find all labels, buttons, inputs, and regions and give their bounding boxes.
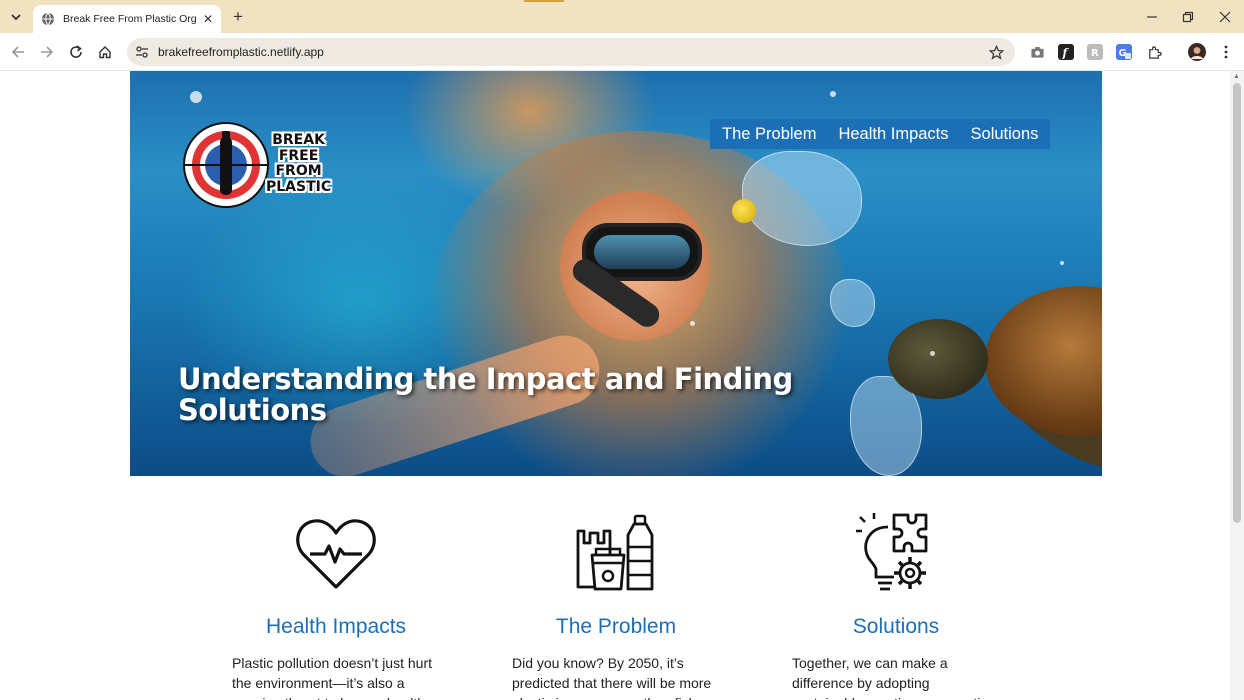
bottle-cap-shape (732, 199, 756, 223)
feature-text: Did you know? By 2050, it’s predicted th… (512, 655, 712, 700)
font-extension-button[interactable]: f (1057, 43, 1075, 61)
feature-text: Together, we can make a difference by ad… (792, 655, 996, 700)
url-text[interactable]: brakefreefromplastic.netlify.app (158, 45, 987, 59)
globe-icon (42, 12, 54, 26)
bubble (190, 91, 202, 103)
reload-icon (70, 45, 82, 58)
tab-search-button[interactable] (6, 7, 26, 27)
logo-text: BREAK FREE FROM PLASTIC (266, 132, 332, 195)
arrow-left-icon (11, 46, 24, 58)
logo-line: BREAK (272, 132, 325, 148)
main-nav: The Problem Health Impacts Solutions (710, 119, 1051, 149)
nav-link-the-problem[interactable]: The Problem (722, 125, 816, 144)
reader-extension-button[interactable]: R (1086, 43, 1104, 61)
arrow-right-icon (41, 46, 54, 58)
close-window-button[interactable] (1214, 6, 1236, 28)
bubble (830, 91, 836, 97)
scrollbar-thumb[interactable] (1233, 83, 1241, 523)
new-tab-button[interactable]: + (228, 7, 248, 27)
font-f-icon: f (1058, 44, 1074, 60)
avatar (1188, 43, 1206, 61)
bookmark-button[interactable] (987, 43, 1005, 61)
bubble (690, 321, 695, 326)
tab-loading-indicator (524, 0, 564, 2)
svg-text:R: R (1091, 48, 1099, 59)
scroll-up-arrow-icon[interactable]: ▲ (1233, 73, 1240, 80)
feature-card-health-impacts: Health Impacts Plastic pollution doesn’t… (216, 511, 456, 700)
logo-line: PLASTIC (266, 178, 332, 195)
restore-button[interactable] (1177, 6, 1199, 28)
page-viewport: BREAK FREE FROM PLASTIC The Problem Heal… (0, 71, 1230, 700)
reload-button[interactable] (65, 41, 87, 63)
hero-title: Understanding the Impact and Finding Sol… (178, 362, 793, 427)
bubble (930, 351, 935, 356)
idea-puzzle-gear-icon (856, 513, 928, 591)
turtle-shell-shape (985, 286, 1102, 436)
browser-toolbar: brakefreefromplastic.netlify.app f R G (0, 33, 1244, 71)
bubble (1060, 261, 1064, 265)
active-tab[interactable]: Break Free From Plastic Org ✕ (33, 5, 221, 33)
extensions-button[interactable] (1145, 43, 1163, 61)
feature-title[interactable]: Health Impacts (216, 615, 456, 639)
logo-line: FROM (275, 163, 322, 179)
home-icon (99, 46, 111, 59)
feature-card-the-problem: The Problem Did you know? By 2050, it’s … (496, 511, 736, 700)
plastic-items-icon (576, 514, 654, 591)
restore-icon (1182, 11, 1194, 23)
puzzle-piece-icon (1148, 45, 1162, 59)
browser-menu-button[interactable] (1217, 43, 1235, 61)
mask-glass-shape (594, 235, 690, 269)
reader-icon: R (1087, 44, 1103, 60)
chevron-down-icon (11, 14, 21, 21)
nav-link-solutions[interactable]: Solutions (971, 125, 1039, 144)
turtle-head-shape (888, 319, 988, 399)
site-logo[interactable]: BREAK FREE FROM PLASTIC (180, 119, 340, 211)
translate-icon: G (1116, 44, 1132, 60)
tab-title: Break Free From Plastic Org (63, 13, 197, 25)
feature-title[interactable]: The Problem (496, 615, 736, 639)
close-icon (1219, 11, 1231, 23)
minimize-icon (1147, 16, 1157, 18)
page-scrollbar[interactable]: ▲ (1230, 71, 1244, 700)
close-tab-button[interactable]: ✕ (199, 10, 217, 28)
back-button[interactable] (7, 41, 29, 63)
home-button[interactable] (94, 41, 116, 63)
logo-emblem-icon (183, 122, 269, 208)
nav-link-health-impacts[interactable]: Health Impacts (838, 125, 948, 144)
feature-text: Plastic pollution doesn’t just hurt the … (232, 655, 432, 700)
feature-title[interactable]: Solutions (776, 615, 1016, 639)
more-vertical-icon (1224, 45, 1228, 59)
forward-button[interactable] (36, 41, 58, 63)
translate-extension-button[interactable]: G (1115, 43, 1133, 61)
star-icon (988, 44, 1004, 60)
feature-card-solutions: Solutions Together, we can make a differ… (776, 511, 1016, 700)
address-bar[interactable]: brakefreefromplastic.netlify.app (127, 38, 1015, 66)
hero-banner: BREAK FREE FROM PLASTIC The Problem Heal… (130, 71, 1102, 476)
logo-line: FREE (278, 147, 319, 164)
feature-section: Health Impacts Plastic pollution doesn’t… (0, 511, 1230, 700)
camera-icon (1030, 46, 1044, 58)
heartbeat-icon (296, 519, 376, 589)
tab-strip: Break Free From Plastic Org ✕ + (0, 0, 1244, 33)
site-info-icon[interactable] (135, 45, 149, 59)
minimize-button[interactable] (1141, 6, 1163, 28)
profile-button[interactable] (1187, 42, 1207, 62)
screenshot-extension-button[interactable] (1028, 43, 1046, 61)
